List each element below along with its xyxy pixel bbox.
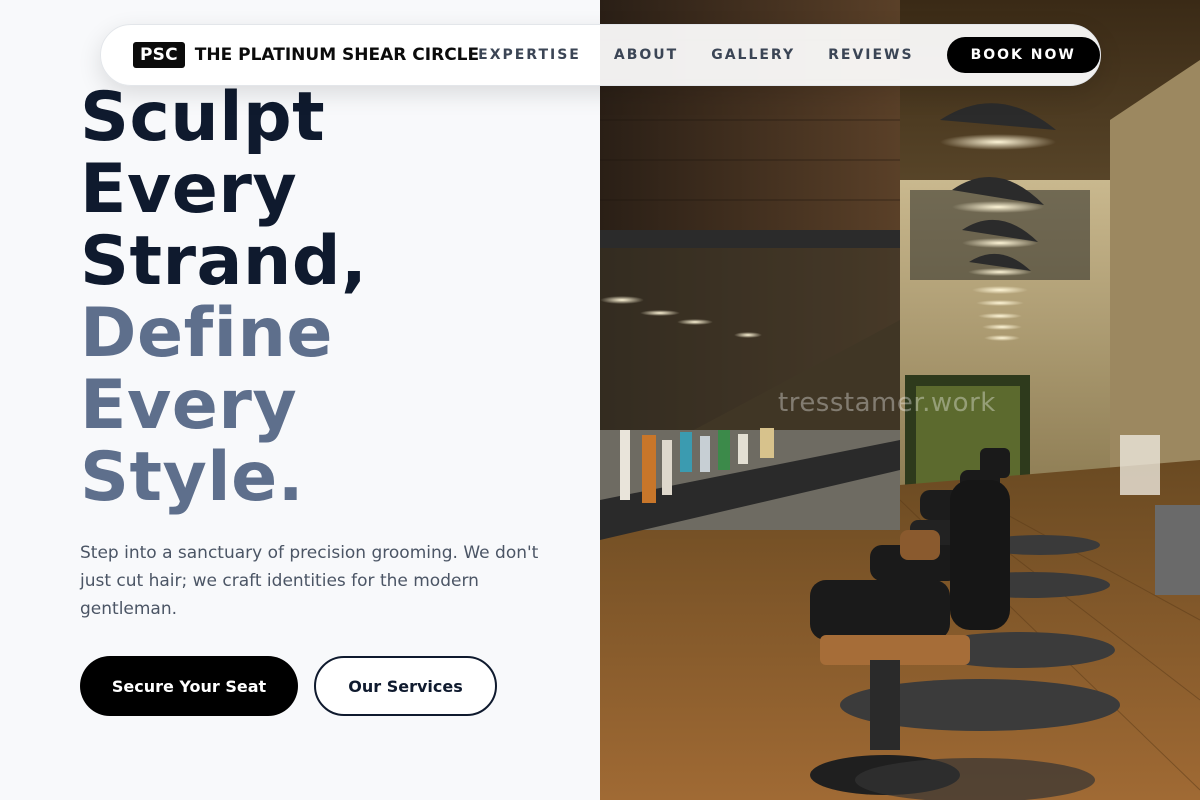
hero-heading-line: Sculpt	[80, 78, 326, 157]
photo-watermark: tresstamer.work	[778, 388, 996, 418]
hero-heading-line: Define	[80, 294, 333, 373]
hero-heading-line: Style.	[80, 438, 305, 517]
nav-links: EXPERTISE ABOUT GALLERY REVIEWS BOOK NOW	[478, 37, 1100, 73]
hero-heading: Sculpt Every Strand, Define Every Style.	[80, 82, 367, 514]
barbershop-photo: tresstamer.work	[600, 0, 1200, 800]
brand[interactable]: PSC THE PLATINUM SHEAR CIRCLE	[133, 42, 479, 68]
nav-link-expertise[interactable]: EXPERTISE	[478, 47, 581, 63]
nav-link-about[interactable]: ABOUT	[614, 47, 678, 63]
brand-name[interactable]: THE PLATINUM SHEAR CIRCLE	[195, 45, 479, 65]
hero-heading-line: Strand,	[80, 222, 368, 301]
hero-heading-line: Every	[80, 150, 298, 229]
nav-link-reviews[interactable]: REVIEWS	[828, 47, 913, 63]
brand-logo[interactable]: PSC	[133, 42, 185, 68]
secure-your-seat-button[interactable]: Secure Your Seat	[80, 656, 298, 716]
book-now-button[interactable]: BOOK NOW	[946, 37, 1100, 73]
hero-subtitle: Step into a sanctuary of precision groom…	[80, 543, 539, 619]
hero-text-panel: Sculpt Every Strand, Define Every Style.…	[0, 0, 600, 800]
our-services-button[interactable]: Our Services	[314, 656, 497, 716]
hero-heading-line: Every	[80, 366, 298, 445]
nav-link-gallery[interactable]: GALLERY	[711, 47, 795, 63]
top-navbar: PSC THE PLATINUM SHEAR CIRCLE EXPERTISE …	[100, 24, 1101, 86]
